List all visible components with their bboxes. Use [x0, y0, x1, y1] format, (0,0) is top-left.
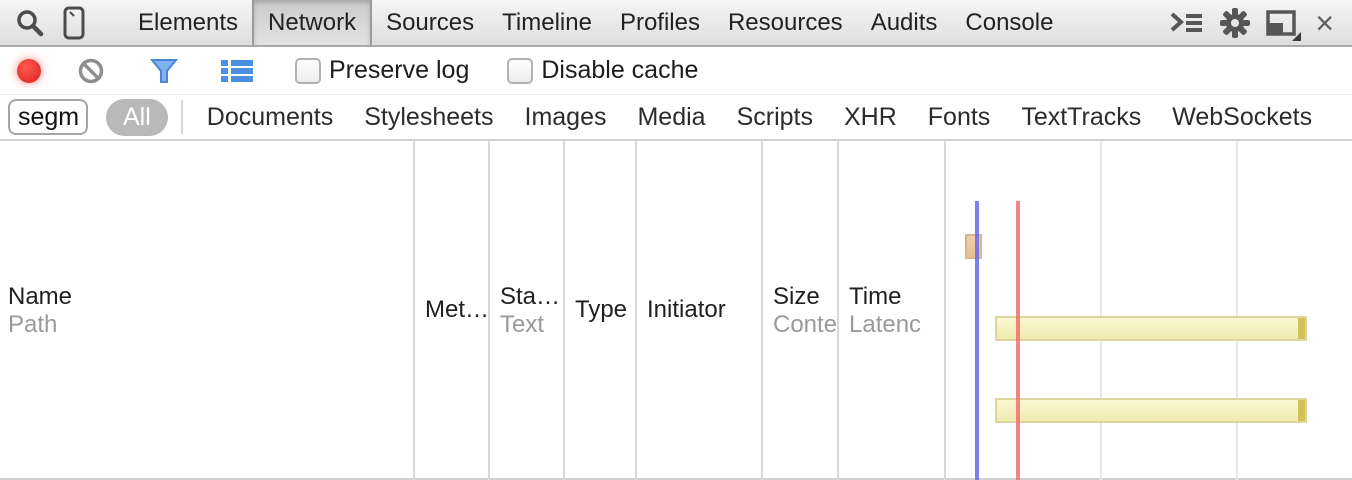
timeline-bar-latency[interactable] [965, 234, 982, 259]
filter-scripts[interactable]: Scripts [737, 103, 813, 132]
devtools-window: Elements Network Sources Timeline Profil… [0, 0, 1352, 480]
disable-cache-checkbox[interactable] [507, 58, 533, 84]
column-header-method[interactable]: Met… [414, 141, 489, 478]
search-icon [15, 8, 45, 38]
tab-timeline[interactable]: Timeline [488, 0, 606, 45]
tab-profiles[interactable]: Profiles [606, 0, 714, 45]
tab-network[interactable]: Network [252, 0, 372, 45]
tab-console[interactable]: Console [951, 0, 1067, 45]
tab-bar-controls: × [1169, 7, 1352, 39]
gear-icon [1219, 7, 1251, 39]
settings-button[interactable] [1219, 7, 1251, 39]
tab-elements[interactable]: Elements [124, 0, 252, 45]
network-toolbar: Preserve log Disable cache [0, 47, 1352, 95]
devtools-tab-bar: Elements Network Sources Timeline Profil… [0, 0, 1352, 47]
show-console-drawer-button[interactable] [1169, 10, 1205, 36]
network-filter-bar: All Documents Stylesheets Images Media S… [0, 95, 1352, 141]
phone-icon [61, 6, 87, 40]
timeline-bar-cap [1298, 400, 1305, 421]
filter-fonts[interactable]: Fonts [928, 103, 991, 132]
column-header-initiator[interactable]: Initiator [636, 141, 762, 478]
large-rows-toggle[interactable] [221, 59, 253, 83]
dock-menu-arrow [1292, 32, 1301, 41]
timeline-bar-request[interactable] [995, 316, 1307, 341]
preserve-log-control: Preserve log [295, 56, 469, 85]
clear-icon [77, 57, 105, 85]
record-button[interactable] [17, 59, 41, 83]
filter-divider [181, 100, 183, 134]
timeline-bar-cap [1298, 318, 1305, 339]
resource-type-filters: Documents Stylesheets Images Media Scrip… [207, 103, 1312, 132]
disable-cache-label: Disable cache [541, 56, 698, 85]
dock-side-button[interactable] [1265, 9, 1297, 37]
panel-tabs: Elements Network Sources Timeline Profil… [124, 0, 1067, 45]
console-drawer-icon [1169, 10, 1205, 36]
timeline-bar-request[interactable] [995, 398, 1307, 423]
column-header-size[interactable]: Size Conte [762, 141, 838, 478]
requests-table: Name Path Met… Sta… Text Type Initiator … [0, 141, 1352, 480]
filter-media[interactable]: Media [637, 103, 705, 132]
disable-cache-control: Disable cache [507, 56, 698, 85]
column-header-status[interactable]: Sta… Text [489, 141, 564, 478]
preserve-log-checkbox[interactable] [295, 58, 321, 84]
inspect-element-icon[interactable] [8, 1, 52, 45]
tab-resources[interactable]: Resources [714, 0, 857, 45]
column-header-name[interactable]: Name Path [0, 141, 414, 478]
filter-input[interactable] [8, 99, 88, 135]
close-icon[interactable]: × [1311, 7, 1338, 39]
table-header: Name Path Met… Sta… Text Type Initiator … [0, 141, 1352, 480]
device-mode-icon[interactable] [52, 1, 96, 45]
filter-stylesheets[interactable]: Stylesheets [364, 103, 493, 132]
large-rows-icon [221, 59, 253, 83]
filter-button[interactable] [149, 57, 179, 85]
tab-audits[interactable]: Audits [857, 0, 952, 45]
filter-images[interactable]: Images [525, 103, 607, 132]
filter-documents[interactable]: Documents [207, 103, 333, 132]
filter-texttracks[interactable]: TextTracks [1021, 103, 1141, 132]
preserve-log-label: Preserve log [329, 56, 469, 85]
filter-xhr[interactable]: XHR [844, 103, 897, 132]
clear-button[interactable] [77, 57, 105, 85]
column-header-type[interactable]: Type [564, 141, 636, 478]
column-header-time[interactable]: Time Latenc [838, 141, 945, 478]
tab-sources[interactable]: Sources [372, 0, 488, 45]
filter-funnel-icon [149, 57, 179, 85]
filter-websockets[interactable]: WebSockets [1172, 103, 1312, 132]
filter-all-button[interactable]: All [106, 99, 168, 136]
column-header-timeline[interactable]: Timeline 1.00 s [945, 141, 1352, 478]
